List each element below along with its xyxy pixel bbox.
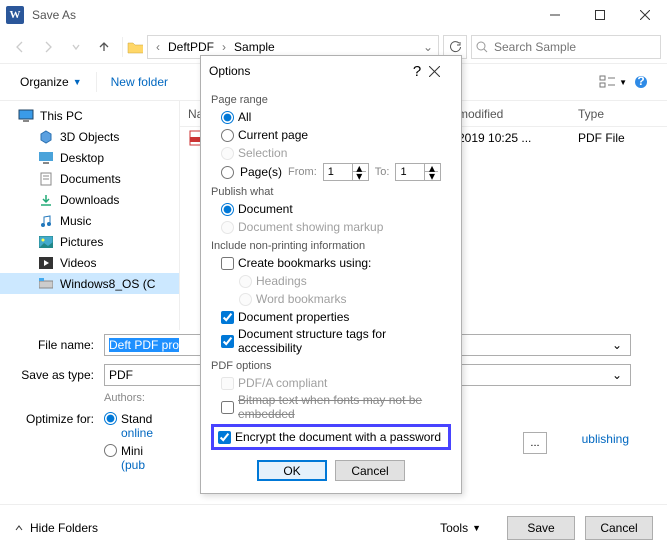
- music-icon: [38, 213, 54, 229]
- radio-document-markup: Document showing markup: [211, 218, 451, 236]
- check-pdfa: PDF/A compliant: [211, 374, 451, 392]
- organize-button[interactable]: Organize▼: [12, 71, 90, 93]
- up-button[interactable]: [90, 33, 118, 61]
- filename-label: File name:: [14, 338, 94, 352]
- radio-pages[interactable]: Page(s) From: ▴▾ To: ▴▾: [211, 162, 451, 182]
- close-button[interactable]: [622, 0, 667, 30]
- optimize-label: Optimize for:: [14, 412, 94, 426]
- group-pdf-options: PDF options: [211, 360, 451, 372]
- radio-headings: Headings: [211, 272, 451, 290]
- sidebar-item-desktop[interactable]: Desktop: [0, 147, 179, 168]
- sidebar-item-videos[interactable]: Videos: [0, 252, 179, 273]
- recent-button[interactable]: [62, 33, 90, 61]
- help-button[interactable]: ?: [627, 70, 655, 94]
- cancel-button[interactable]: Cancel: [585, 516, 653, 540]
- dialog-title-bar: Options ?: [201, 56, 461, 86]
- filename-value: Deft PDF pro: [109, 338, 179, 352]
- sidebar-item-3d[interactable]: 3D Objects: [0, 126, 179, 147]
- radio-word-bookmarks: Word bookmarks: [211, 290, 451, 308]
- check-bitmap[interactable]: Bitmap text when fonts may not be embedd…: [211, 392, 451, 422]
- radio-minimum[interactable]: [104, 444, 117, 457]
- drive-icon: [38, 276, 54, 292]
- help-button[interactable]: ?: [405, 63, 429, 80]
- group-nonprinting: Include non-printing information: [211, 240, 451, 252]
- maximize-button[interactable]: [577, 0, 622, 30]
- radio-all[interactable]: All: [211, 108, 451, 126]
- sidebar-item-downloads[interactable]: Downloads: [0, 189, 179, 210]
- downloads-icon: [38, 192, 54, 208]
- close-button[interactable]: [429, 66, 453, 77]
- radio-selection: Selection: [211, 144, 451, 162]
- check-bookmarks[interactable]: Create bookmarks using:: [211, 254, 451, 272]
- sidebar-item-documents[interactable]: Documents: [0, 168, 179, 189]
- group-page-range: Page range: [211, 94, 451, 106]
- tools-dropdown[interactable]: Tools▼: [440, 521, 481, 535]
- group-publish-what: Publish what: [211, 186, 451, 198]
- chevron-down-icon[interactable]: ⌄: [608, 338, 626, 352]
- hide-folders-button[interactable]: Hide Folders: [14, 521, 98, 535]
- file-type: PDF File: [578, 131, 658, 145]
- back-button[interactable]: [6, 33, 34, 61]
- minimize-button[interactable]: [532, 0, 577, 30]
- options-dialog: Options ? Page range All Current page Se…: [200, 55, 462, 494]
- forward-button[interactable]: [34, 33, 62, 61]
- check-properties[interactable]: Document properties: [211, 308, 451, 326]
- pages-to-input[interactable]: ▴▾: [395, 163, 441, 181]
- dialog-title: Options: [209, 64, 405, 78]
- documents-icon: [38, 171, 54, 187]
- sidebar-this-pc[interactable]: This PC: [0, 105, 179, 126]
- cube-icon: [38, 129, 54, 145]
- sidebar: This PC 3D Objects Desktop Documents Dow…: [0, 101, 180, 330]
- sidebar-item-drive-c[interactable]: Windows8_OS (C: [0, 273, 179, 294]
- col-modified: modified: [458, 107, 578, 121]
- window-title: Save As: [32, 8, 76, 22]
- col-type: Type: [578, 107, 658, 121]
- chevron-down-icon[interactable]: ⌄: [422, 40, 434, 54]
- file-date: 2019 10:25 ...: [458, 131, 578, 145]
- sidebar-item-music[interactable]: Music: [0, 210, 179, 231]
- sidebar-item-pictures[interactable]: Pictures: [0, 231, 179, 252]
- check-encrypt[interactable]: Encrypt the document with a password: [218, 428, 444, 446]
- folder-icon: [127, 39, 143, 55]
- filetype-value: PDF: [109, 368, 133, 382]
- footer: Hide Folders Tools▼ Save Cancel: [0, 504, 667, 550]
- new-folder-button[interactable]: New folder: [103, 71, 176, 93]
- desktop-icon: [38, 150, 54, 166]
- radio-standard[interactable]: [104, 412, 117, 425]
- view-button[interactable]: ▼: [599, 70, 627, 94]
- save-button[interactable]: Save: [507, 516, 575, 540]
- chevron-down-icon[interactable]: ⌄: [608, 368, 626, 382]
- crumb-sample[interactable]: Sample: [230, 40, 279, 54]
- ok-button[interactable]: OK: [257, 460, 327, 481]
- svg-text:?: ?: [637, 75, 644, 88]
- radio-current-page[interactable]: Current page: [211, 126, 451, 144]
- encrypt-highlight: Encrypt the document with a password: [211, 424, 451, 450]
- search-field[interactable]: [492, 39, 656, 55]
- filetype-label: Save as type:: [14, 368, 94, 382]
- crumb-deftpdf[interactable]: DeftPDF: [164, 40, 218, 54]
- check-structure-tags[interactable]: Document structure tags for accessibilit…: [211, 326, 451, 356]
- options-button[interactable]: ...: [523, 432, 547, 454]
- dialog-cancel-button[interactable]: Cancel: [335, 460, 405, 481]
- radio-document[interactable]: Document: [211, 200, 451, 218]
- pages-from-input[interactable]: ▴▾: [323, 163, 369, 181]
- optimize-minimum[interactable]: Mini(pub: [104, 444, 153, 472]
- search-input[interactable]: [471, 35, 661, 59]
- optimize-standard[interactable]: Standonline: [104, 412, 153, 440]
- videos-icon: [38, 255, 54, 271]
- word-icon: W: [6, 6, 24, 24]
- divider: [122, 37, 123, 57]
- pc-icon: [18, 108, 34, 124]
- publishing-text: ublishing: [582, 432, 629, 446]
- titlebar: W Save As: [0, 0, 667, 30]
- pictures-icon: [38, 234, 54, 250]
